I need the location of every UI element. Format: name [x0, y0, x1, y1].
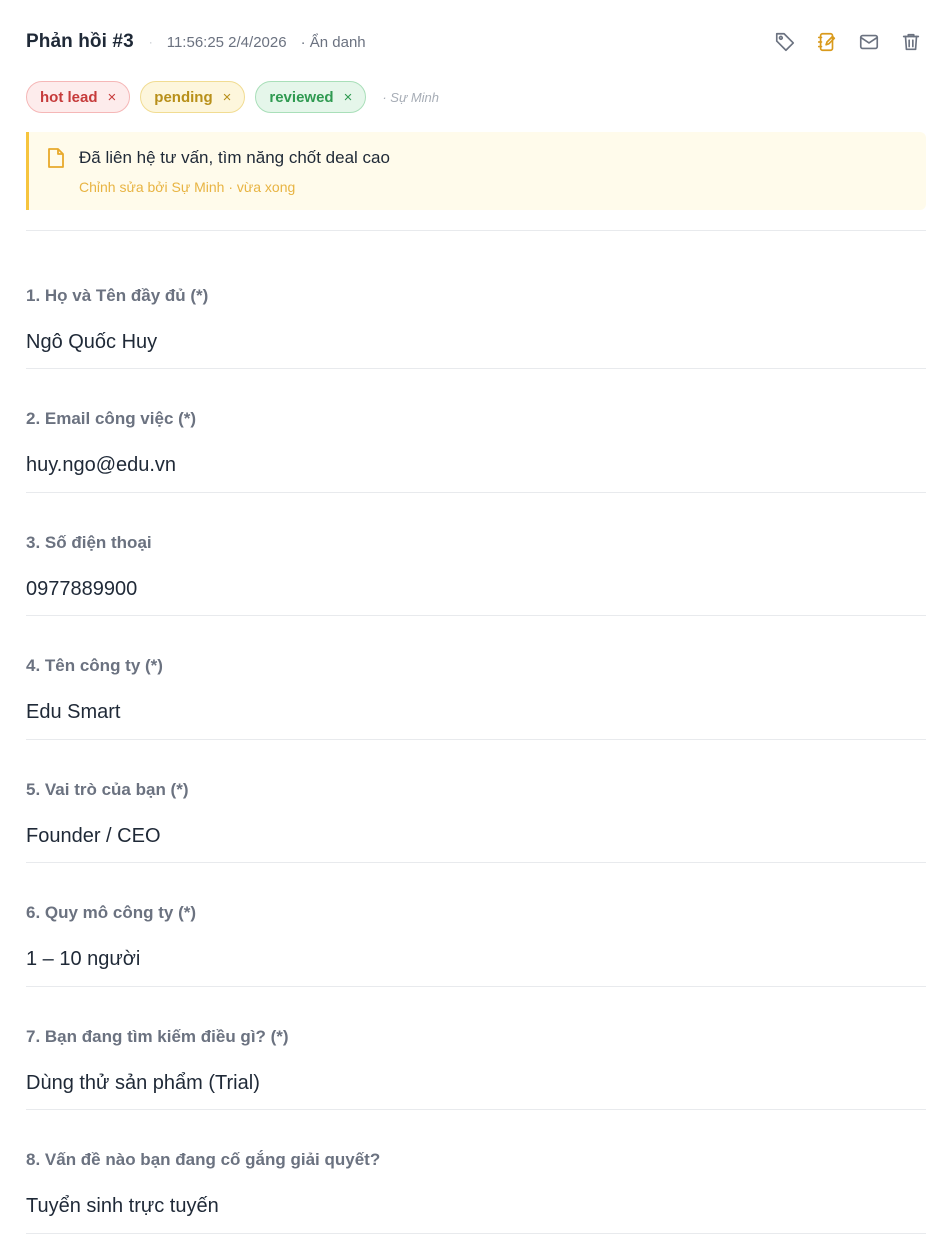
response-header: Phản hồi #3 · 11:56:25 2/4/2026 · Ẩn dan…: [26, 26, 926, 58]
tag-remove-button[interactable]: ×: [344, 89, 353, 106]
answer-value: Tuyển sinh trực tuyến: [26, 1195, 219, 1217]
answer-value: Ngô Quốc Huy: [26, 331, 158, 353]
answer-problem: 8. Vấn đề nào bạn đang cố gắng giải quyế…: [26, 1150, 926, 1234]
question-label: 8. Vấn đề nào bạn đang cố gắng giải quyế…: [26, 1150, 381, 1169]
note-icon: [48, 148, 64, 168]
answer-full-name: 1. Họ và Tên đầy đủ (*) Ngô Quốc Huy: [26, 286, 926, 369]
internal-note[interactable]: Đã liên hệ tư vấn, tìm năng chốt deal ca…: [26, 132, 926, 210]
header-actions: [758, 26, 926, 58]
tag-button[interactable]: [770, 27, 800, 57]
tag-label: pending: [154, 88, 213, 106]
answer-email: 2. Email công việc (*) huy.ngo@edu.vn: [26, 409, 926, 493]
email-button[interactable]: [854, 27, 884, 57]
question-label: 3. Số điện thoại: [26, 533, 152, 552]
tag-remove-button[interactable]: ×: [223, 89, 232, 106]
tag-hot-lead[interactable]: hot lead ×: [26, 81, 131, 113]
trash-icon: [902, 33, 920, 51]
edit-note-button[interactable]: [812, 27, 842, 57]
answer-value: huy.ngo@edu.vn: [26, 454, 177, 476]
divider: [26, 230, 926, 231]
response-timestamp: 11:56:25 2/4/2026: [166, 33, 287, 51]
note-meta: Chỉnh sửa bởi Sự Minh · vừa xong: [79, 179, 296, 195]
delete-button[interactable]: [896, 27, 926, 57]
answer-role: 5. Vai trò của bạn (*) Founder / CEO: [26, 780, 926, 863]
separator-dot: ·: [148, 35, 153, 49]
question-label: 2. Email công việc (*): [26, 409, 197, 428]
tag-label: hot lead: [40, 88, 98, 106]
answer-value: Founder / CEO: [26, 825, 161, 847]
answer-value: Dùng thử sản phẩm (Trial): [26, 1072, 260, 1094]
tag-remove-button[interactable]: ×: [108, 89, 117, 106]
note-text: Đã liên hệ tư vấn, tìm năng chốt deal ca…: [79, 148, 390, 167]
question-label: 6. Quy mô công ty (*): [26, 903, 197, 922]
answer-value: Edu Smart: [26, 701, 121, 723]
tag-icon: [775, 32, 795, 52]
mail-icon: [859, 34, 879, 50]
edit-note-icon: [817, 32, 836, 52]
tag-pending[interactable]: pending ×: [140, 81, 246, 113]
answer-company: 4. Tên công ty (*) Edu Smart: [26, 656, 926, 740]
answer-looking-for: 7. Bạn đang tìm kiếm điều gì? (*) Dùng t…: [26, 1027, 926, 1110]
question-label: 1. Họ và Tên đầy đủ (*): [26, 286, 209, 305]
answer-value: 0977889900: [26, 578, 138, 600]
question-label: 5. Vai trò của bạn (*): [26, 780, 189, 799]
question-label: 4. Tên công ty (*): [26, 656, 163, 675]
tag-reviewed[interactable]: reviewed ×: [255, 81, 367, 113]
question-label: 7. Bạn đang tìm kiếm điều gì? (*): [26, 1027, 289, 1046]
answer-value: 1 – 10 người: [26, 948, 141, 970]
answer-phone: 3. Số điện thoại 0977889900: [26, 533, 926, 616]
tag-author: · Sự Minh: [382, 89, 439, 105]
tag-label: reviewed: [269, 88, 334, 106]
tag-list: hot lead × pending × reviewed × · Sự Min…: [26, 80, 439, 114]
anonymous-label: · Ẩn danh: [300, 33, 366, 51]
response-title: Phản hồi #3: [26, 31, 134, 52]
answer-company-size: 6. Quy mô công ty (*) 1 – 10 người: [26, 903, 926, 987]
